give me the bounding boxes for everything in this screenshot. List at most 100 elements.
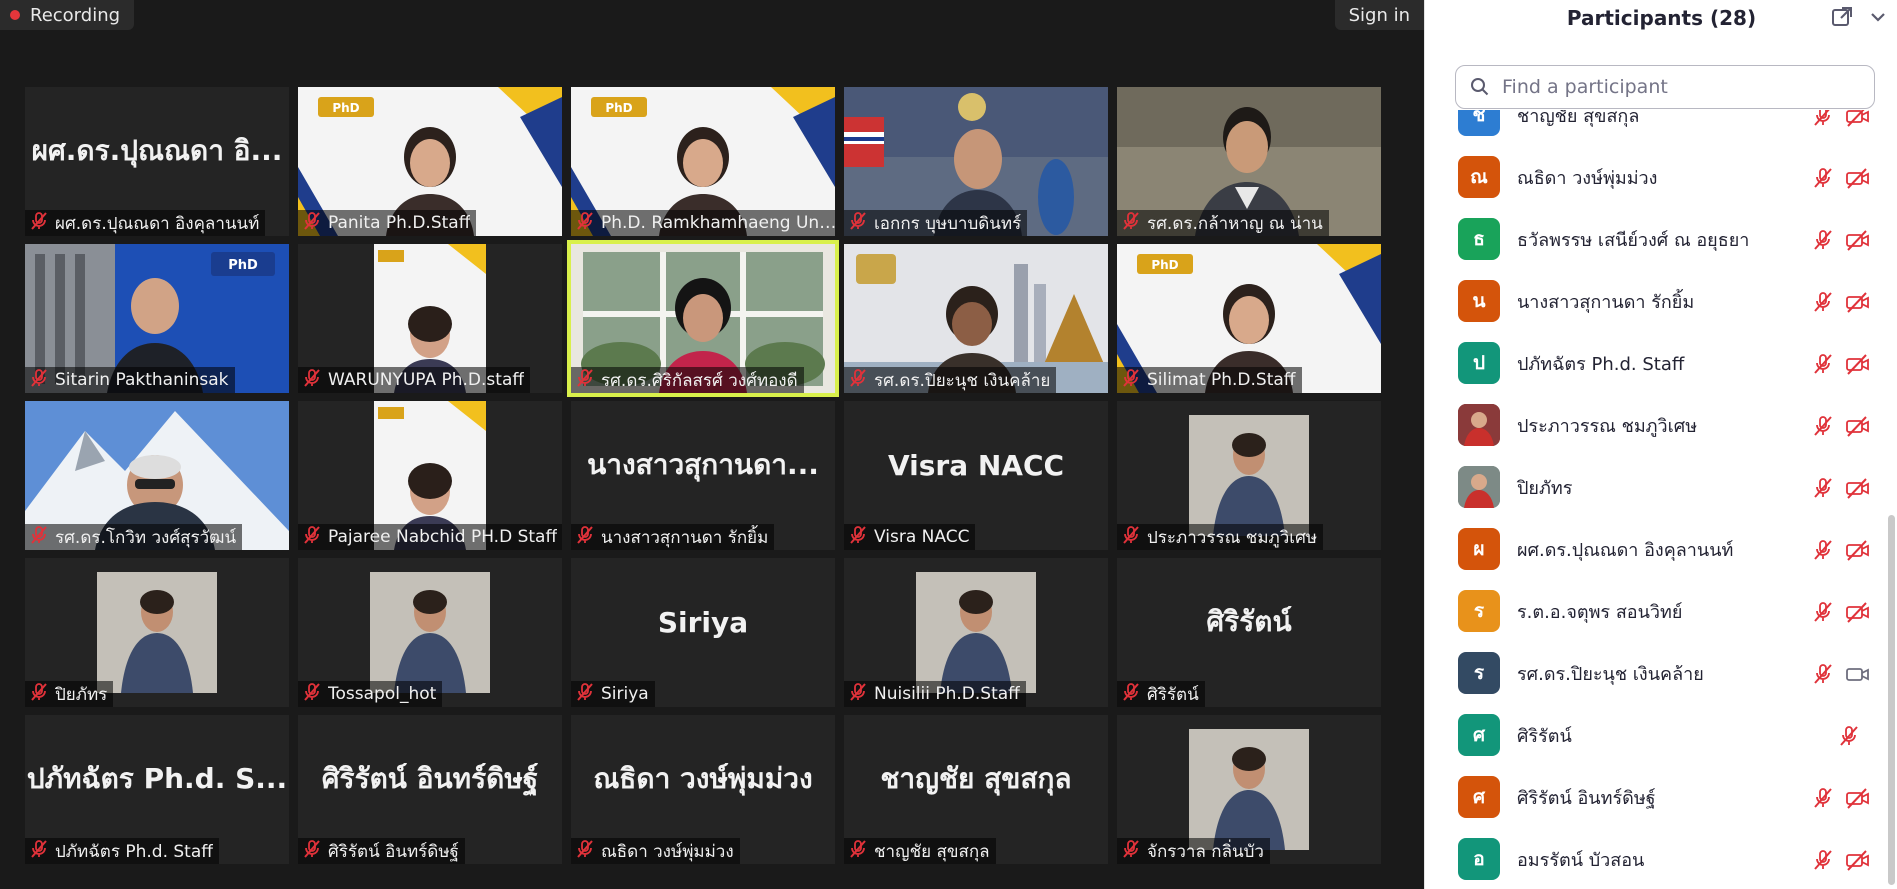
muted-mic-icon[interactable] [1811,352,1835,376]
participant-row[interactable]: ประภาวรรณ ชมภูวิเศษ [1425,394,1885,456]
tile-name-label: Panita Ph.D.Staff [298,210,477,236]
video-tile[interactable]: ผศ.ดร.ปุณณดา อิ... ผศ.ดร.ปุณณดา อิงคุลานน… [25,87,289,236]
participant-search[interactable] [1455,65,1875,109]
video-tile[interactable]: PhD Ph.D. Ramkhamhaeng Unive... [571,87,835,236]
tile-name-label: Tossapol_hot [298,681,443,707]
muted-mic-icon [302,525,322,550]
tile-participant-name: Panita Ph.D.Staff [328,213,471,233]
video-tile[interactable]: Nuisilii Ph.D.Staff [844,558,1108,707]
participant-search-input[interactable] [1500,75,1874,99]
participant-name: ร.ต.อ.จตุพร สอนวิทย์ [1517,601,1683,623]
tile-participant-name: Ph.D. Ramkhamhaeng Unive... [601,213,835,233]
muted-mic-icon[interactable] [1837,724,1861,748]
video-tile[interactable]: รศ.ดร.ศิริกัลสรศ์ วงศ์ทองดี [567,240,839,397]
video-tile[interactable]: ประภาวรรณ ชมภูวิเศษ [1117,401,1381,550]
participant-row[interactable]: อ อมรรัตน์ บัวสอน [1425,828,1885,889]
video-tile[interactable]: จักรวาล กลิ่นบัว [1117,715,1381,864]
muted-mic-icon[interactable] [1811,110,1835,128]
tile-name-label: WARUNYUPA Ph.D.staff [298,367,531,393]
participant-row[interactable]: ปิยภัทร [1425,456,1885,518]
participant-list[interactable]: ช ชาญชัย สุขสกุลณ ณธิดา วงษ์พุ่มม่วงธ ธวัลพ… [1425,110,1885,889]
muted-mic-icon [575,368,595,393]
video-off-icon[interactable] [1845,476,1871,500]
participant-row[interactable]: ศ ศิริรัตน์ อินทร์ดิษฐ์ [1425,766,1885,828]
video-tile[interactable]: WARUNYUPA Ph.D.staff [298,244,562,393]
video-tile[interactable]: PhD Silimat Ph.D.Staff [1117,244,1381,393]
video-tile[interactable]: ชาญชัย สุขสกุล ชาญชัย สุขสกุล [844,715,1108,864]
tile-participant-name: รศ.ดร.ปิยะนุช เงินคล้าย [874,370,1051,391]
tile-participant-name: ศิริรัตน์ อินทร์ดิษฐ์ [328,841,459,862]
muted-mic-icon[interactable] [1811,414,1835,438]
video-tile[interactable]: ปภัทฉัตร Ph.d. S... ปภัทฉัตร Ph.d. Staff [25,715,289,864]
participant-row[interactable]: ป ปภัทฉัตร Ph.d. Staff [1425,332,1885,394]
muted-mic-icon[interactable] [1811,848,1835,872]
participant-row[interactable]: ช ชาญชัย สุขสกุล [1425,110,1885,146]
tile-name-label: ณธิดา วงษ์พุ่มม่วง [571,838,740,864]
participant-row[interactable]: ร รศ.ดร.ปิยะนุช เงินคล้าย [1425,642,1885,704]
muted-mic-icon[interactable] [1811,166,1835,190]
avatar: ร [1458,652,1500,694]
participant-row[interactable]: ณ ณธิดา วงษ์พุ่มม่วง [1425,146,1885,208]
muted-mic-icon[interactable] [1811,600,1835,624]
video-on-icon[interactable] [1845,662,1871,686]
tile-name-label: จักรวาล กลิ่นบัว [1117,838,1270,864]
muted-mic-icon[interactable] [1811,476,1835,500]
video-tile[interactable]: เอกกร บุษบาบดินทร์ [844,87,1108,236]
muted-mic-icon[interactable] [1811,228,1835,252]
tile-participant-name: ผศ.ดร.ปุณณดา อิงคุลานนท์ [55,213,260,234]
video-tile[interactable]: รศ.ดร.กล้าหาญ ณ น่าน [1117,87,1381,236]
tile-participant-name: Siriya [601,684,649,704]
video-tile[interactable]: ศิริรัตน์ อินทร์ดิษฐ์ ศิริรัตน์ อินทร์ดิษ… [298,715,562,864]
participant-row[interactable]: ศ ศิริรัตน์ [1425,704,1885,766]
tile-display-name: ผศ.ดร.ปุณณดา อิ... [31,134,283,167]
video-tile[interactable]: PhD Panita Ph.D.Staff [298,87,562,236]
participant-row[interactable]: ผ ผศ.ดร.ปุณณดา อิงคุลานนท์ [1425,518,1885,580]
participant-list-scrollbar[interactable] [1888,515,1895,885]
video-off-icon[interactable] [1845,110,1871,128]
video-tile[interactable]: ปิยภัทร [25,558,289,707]
muted-mic-icon [848,211,868,236]
muted-mic-icon[interactable] [1811,538,1835,562]
video-tile[interactable]: รศ.ดร.ปิยะนุช เงินคล้าย [844,244,1108,393]
muted-mic-icon [1121,682,1141,707]
sign-in-button[interactable]: Sign in [1334,0,1424,30]
video-off-icon[interactable] [1845,166,1871,190]
video-tile[interactable]: Siriya Siriya [571,558,835,707]
video-tile[interactable]: ศิริรัตน์ ศิริรัตน์ [1117,558,1381,707]
video-tile[interactable]: ณธิดา วงษ์พุ่มม่วง ณธิดา วงษ์พุ่มม่วง [571,715,835,864]
collapse-chevron-icon[interactable] [1866,5,1890,29]
participant-row[interactable]: ร ร.ต.อ.จตุพร สอนวิทย์ [1425,580,1885,642]
video-off-icon[interactable] [1845,352,1871,376]
participant-name: นางสาวสุกานดา รักยิ้ม [1517,291,1695,313]
video-tile[interactable]: Tossapol_hot [298,558,562,707]
muted-mic-icon[interactable] [1811,290,1835,314]
video-off-icon[interactable] [1845,538,1871,562]
participant-controls [1811,476,1871,500]
video-off-icon[interactable] [1845,600,1871,624]
video-off-icon[interactable] [1845,228,1871,252]
participant-row[interactable]: ธ ธวัลพรรษ เสนีย์วงศ์ ณ อยุธยา [1425,208,1885,270]
video-off-icon[interactable] [1845,414,1871,438]
muted-mic-icon [29,368,49,393]
participant-name: ณธิดา วงษ์พุ่มม่วง [1517,167,1658,189]
recording-indicator[interactable]: Recording [0,0,135,30]
video-tile[interactable]: PhD Sitarin Pakthaninsak [25,244,289,393]
participant-name: ธวัลพรรษ เสนีย์วงศ์ ณ อยุธยา [1517,229,1750,251]
muted-mic-icon[interactable] [1811,662,1835,686]
participant-row[interactable]: น นางสาวสุกานดา รักยิ้ม [1425,270,1885,332]
muted-mic-icon[interactable] [1811,786,1835,810]
video-off-icon[interactable] [1845,848,1871,872]
tile-name-label: รศ.ดร.กล้าหาญ ณ น่าน [1117,210,1329,236]
video-tile[interactable]: Visra NACC Visra NACC [844,401,1108,550]
tile-participant-name: Sitarin Pakthaninsak [55,370,229,390]
video-off-icon[interactable] [1845,786,1871,810]
video-tile[interactable]: รศ.ดร.โกวิท วงศ์สุรวัฒน์ [25,401,289,550]
video-tile[interactable]: Pajaree Nabchid PH.D Staff [298,401,562,550]
tile-display-name: Siriya [657,605,749,639]
recording-label: Recording [30,4,121,26]
tile-display-name: ปภัทฉัตร Ph.d. S... [26,762,288,795]
video-off-icon[interactable] [1845,290,1871,314]
tile-participant-name: ปิยภัทร [55,684,108,705]
pop-out-icon[interactable] [1830,5,1854,29]
video-tile[interactable]: นางสาวสุกานดา... นางสาวสุกานดา รักยิ้ม [571,401,835,550]
